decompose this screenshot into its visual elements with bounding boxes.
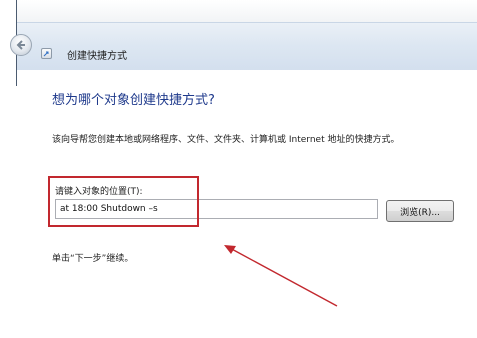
browse-button[interactable]: 浏览(R)...: [386, 200, 454, 222]
page-heading: 想为哪个对象创建快捷方式?: [52, 93, 215, 108]
location-input[interactable]: [55, 199, 378, 219]
shortcut-wizard-icon: [41, 48, 52, 59]
page-description: 该向导帮您创建本地或网络程序、文件、文件夹、计算机或 Internet 地址的快…: [52, 135, 400, 145]
back-button[interactable]: [10, 34, 32, 56]
window-title: 创建快捷方式: [67, 51, 127, 62]
window-top-strip: [17, 0, 477, 22]
create-shortcut-window: 创建快捷方式 想为哪个对象创建快捷方式? 该向导帮您创建本地或网络程序、文件、文…: [0, 0, 477, 338]
back-arrow-icon: [16, 40, 25, 50]
next-step-hint: 单击“下一步”继续。: [52, 254, 134, 264]
location-label: 请键入对象的位置(T):: [55, 187, 143, 197]
